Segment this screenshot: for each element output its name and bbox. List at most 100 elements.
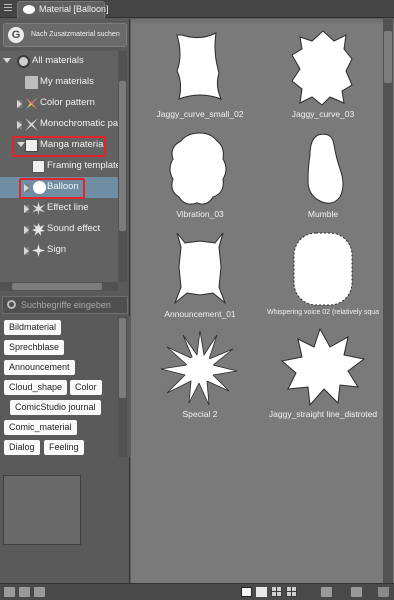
tree-item-my-materials[interactable]: My materials <box>0 72 118 93</box>
scrollbar-thumb[interactable] <box>119 81 126 231</box>
expand-arrow-icon[interactable] <box>24 205 29 213</box>
expand-arrow-icon[interactable] <box>24 247 29 255</box>
tree-item-label: Sound effect <box>47 223 101 234</box>
tag-feeling[interactable]: Feeling <box>44 440 84 455</box>
monochromatic-pattern-icon <box>25 118 38 131</box>
folder-open-icon[interactable] <box>34 587 45 597</box>
tree-item-framing-template[interactable]: Framing template <box>0 156 118 177</box>
material-label: Jaggy_curve_03 <box>291 109 355 119</box>
tree-item-label: Sign <box>47 244 67 255</box>
scrollbar-thumb[interactable] <box>119 318 126 398</box>
tree-item-label: Framing template <box>47 160 118 171</box>
folder-icon[interactable] <box>19 587 30 597</box>
tag-search-input[interactable] <box>21 298 125 312</box>
balloon-icon <box>23 5 35 14</box>
tree-item-sign[interactable]: Sign <box>0 240 118 261</box>
material-label: Mumble <box>307 209 339 219</box>
material-grid: Jaggy_curve_small_02 Jaggy_curve_03 Vibr… <box>131 19 394 583</box>
material-special-2[interactable]: Special 2 <box>137 325 263 425</box>
globe-icon <box>17 55 30 68</box>
tag-search-field[interactable] <box>2 296 128 314</box>
material-jaggy-curve-small-02[interactable]: Jaggy_curve_small_02 <box>137 25 263 125</box>
material-jaggy-straight-line-distroted[interactable]: Jaggy_straight line_distroted <box>260 325 386 425</box>
import-icon[interactable] <box>351 587 362 597</box>
material-jaggy-curve-03[interactable]: Jaggy_curve_03 <box>260 25 386 125</box>
balloon-shape-icon <box>280 327 366 407</box>
tree-horizontal-scrollbar[interactable] <box>0 282 118 291</box>
delete-icon[interactable] <box>378 587 389 597</box>
tag-dialog[interactable]: Dialog <box>4 440 40 455</box>
tree-item-color-pattern[interactable]: Color pattern <box>0 93 118 114</box>
material-label: Announcement_01 <box>164 309 236 319</box>
expand-arrow-icon[interactable] <box>24 226 29 234</box>
panel-titlebar: Material [Balloon] <box>0 0 394 18</box>
material-label: Jaggy_straight line_distroted <box>268 409 378 419</box>
expand-arrow-icon[interactable] <box>17 121 22 129</box>
tag-sprechblase[interactable]: Sprechblase <box>4 340 65 355</box>
bottom-toolbar <box>0 583 394 600</box>
tag-list: Bildmaterial Sprechblase Announcement Cl… <box>0 316 130 457</box>
add-material-icon[interactable] <box>321 587 332 597</box>
tree-item-all-materials[interactable]: All materials <box>0 51 118 72</box>
large-grid-icon[interactable] <box>286 587 297 597</box>
tree-item-label: Effect line <box>47 202 89 213</box>
balloon-shape-icon <box>176 32 222 100</box>
material-announcement-01[interactable]: Announcement_01 <box>137 225 263 325</box>
material-tree: All materials My materials Color pattern… <box>0 51 118 282</box>
material-whispering-voice-02[interactable]: Whispering voice 02 (relatively squa <box>260 225 386 325</box>
expand-arrow-icon[interactable] <box>17 100 22 108</box>
material-label: Whispering voice 02 (relatively squa <box>266 309 380 316</box>
tree-item-label: All materials <box>32 55 84 66</box>
scrollbar-thumb[interactable] <box>384 31 392 83</box>
balloon-shape-icon <box>307 133 344 204</box>
balloon-shape-icon <box>293 232 353 306</box>
balloon-shape-icon <box>160 330 238 406</box>
search-icon <box>7 300 16 309</box>
assets-logo-icon: G <box>8 27 24 43</box>
list-view-icon[interactable] <box>256 587 267 597</box>
tag-color[interactable]: Color <box>70 380 102 395</box>
tree-item-monochromatic-pattern[interactable]: Monochromatic pat <box>0 114 118 135</box>
search-additional-materials-button[interactable]: G Nach Zusatzmaterial suchen <box>3 23 127 47</box>
material-label: Jaggy_curve_small_02 <box>156 109 244 119</box>
tree-vertical-scrollbar[interactable] <box>118 51 127 282</box>
color-pattern-icon <box>25 97 38 110</box>
tag-vertical-scrollbar[interactable] <box>118 316 127 457</box>
collapse-arrow-icon[interactable] <box>3 58 11 63</box>
folder-icon <box>25 76 38 89</box>
balloon-shape-icon <box>291 30 353 106</box>
material-vibration-03[interactable]: Vibration_03 <box>137 125 263 225</box>
highlight-manga-material <box>12 136 106 157</box>
tag-announcement[interactable]: Announcement <box>4 360 75 375</box>
framing-template-icon <box>32 160 45 173</box>
tab-label: Material [Balloon] <box>39 4 109 14</box>
balloon-shape-icon <box>173 232 227 305</box>
effect-line-icon <box>32 202 45 215</box>
tag-cloud-shape[interactable]: Cloud_shape <box>4 380 68 395</box>
tree-item-label: My materials <box>40 76 94 87</box>
material-preview <box>3 475 81 545</box>
checkbox-icon[interactable] <box>241 587 252 597</box>
tag-bildmaterial[interactable]: Bildmaterial <box>4 320 62 335</box>
tab-material-balloon[interactable]: Material [Balloon] <box>17 1 109 18</box>
small-grid-icon[interactable] <box>271 587 282 597</box>
material-label: Special 2 <box>182 409 218 419</box>
tag-comic-material[interactable]: Comic_material <box>4 420 77 435</box>
tree-item-label: Color pattern <box>40 97 95 108</box>
grid-vertical-scrollbar[interactable] <box>383 19 393 583</box>
left-pane: G Nach Zusatzmaterial suchen All materia… <box>0 19 130 583</box>
search-additional-label: Nach Zusatzmaterial suchen <box>31 31 120 38</box>
tree-item-effect-line[interactable]: Effect line <box>0 198 118 219</box>
material-label: Vibration_03 <box>176 209 224 219</box>
material-mumble[interactable]: Mumble <box>260 125 386 225</box>
panel-menu-icon[interactable] <box>4 4 12 13</box>
tree-item-label: Monochromatic pat <box>40 118 118 129</box>
tag-comicstudio-journal[interactable]: ComicStudio journal <box>10 400 101 415</box>
sign-icon <box>32 244 45 257</box>
highlight-balloon <box>19 178 85 199</box>
sound-effect-icon <box>32 223 45 236</box>
new-folder-icon[interactable] <box>4 587 15 597</box>
tree-item-sound-effect[interactable]: Sound effect <box>0 219 118 240</box>
scrollbar-thumb[interactable] <box>12 283 102 290</box>
balloon-shape-icon <box>169 132 227 205</box>
